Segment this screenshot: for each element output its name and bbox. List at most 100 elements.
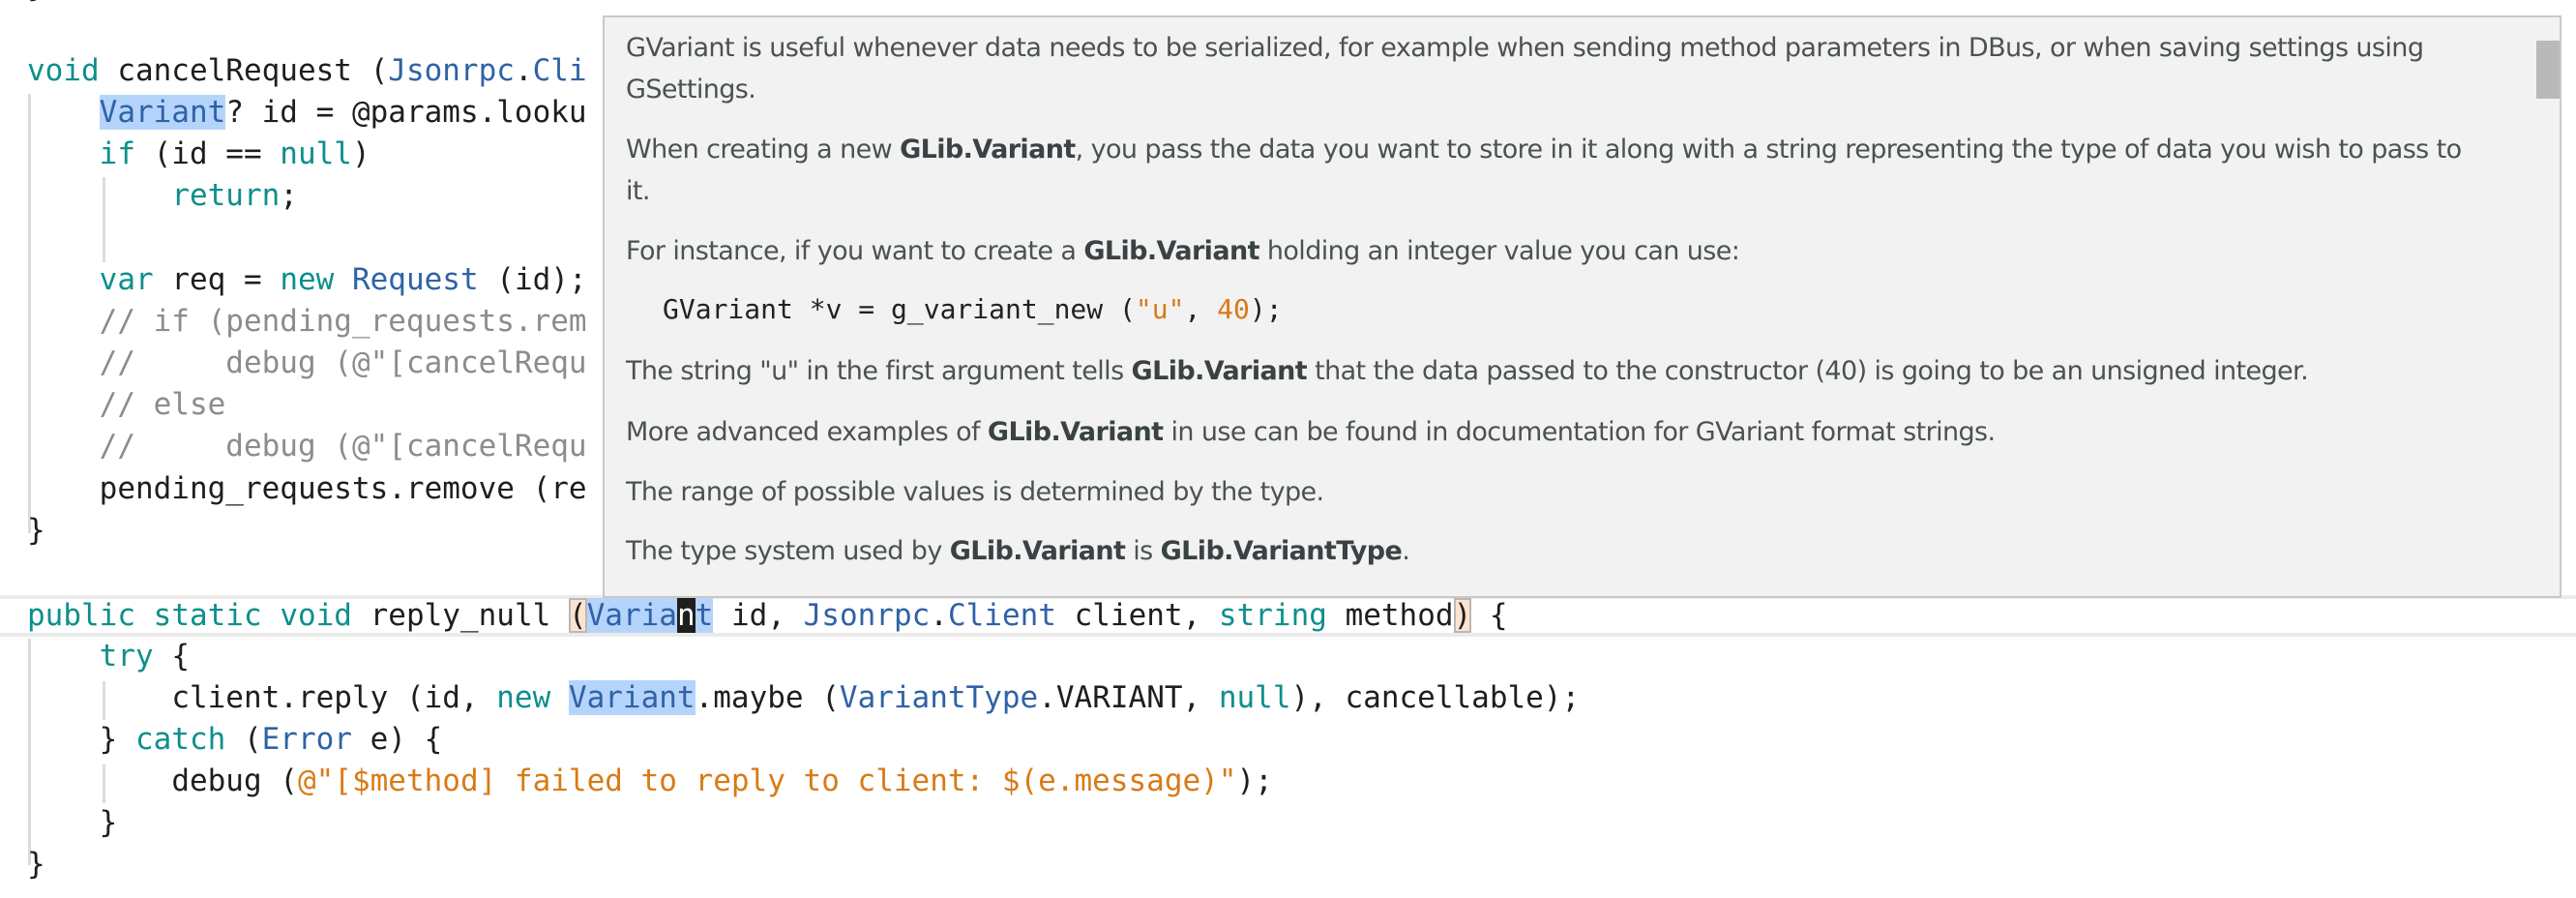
type-name: Error: [261, 722, 352, 757]
doc-paragraph: More advanced examples of GLib.Variant i…: [626, 411, 1996, 453]
keyword: new: [496, 680, 551, 715]
comment: // debug (@"[cancelRequ: [99, 345, 587, 380]
code-text: );: [1249, 293, 1283, 325]
doc-link-glib-varianttype[interactable]: GLib.VariantType: [1161, 536, 1403, 566]
code-text: {: [1471, 598, 1508, 633]
current-line: public static void reply_null (Variant i…: [0, 595, 2576, 637]
code-text: ;: [280, 178, 298, 213]
code-text: .: [514, 53, 533, 88]
doc-text: that the data passed to the constructor …: [1307, 356, 2309, 386]
code-text: e) {: [351, 722, 443, 757]
code-line: debug (@"[$method] failed to reply to cl…: [0, 761, 2576, 802]
doc-text: The string "u" in the first argument tel…: [626, 356, 1132, 386]
doc-text: The type system used by: [626, 536, 950, 566]
code-text: req =: [153, 262, 281, 297]
doc-text: For instance, if you want to create a: [626, 236, 1084, 266]
keyword: null: [1218, 680, 1291, 715]
code-text: ), cancellable);: [1290, 680, 1581, 715]
keyword: string: [1218, 598, 1327, 633]
code-text: cancelRequest (: [99, 53, 389, 88]
code-text: }: [99, 805, 118, 840]
code-text: }: [27, 513, 45, 548]
doc-text: holding an integer value you can use:: [1258, 236, 1740, 266]
bracket-match-close: ): [1453, 598, 1472, 633]
type-name: Client: [947, 598, 1056, 633]
code-text: (: [225, 722, 262, 757]
code-text: }: [99, 722, 135, 757]
doc-text: is: [1125, 536, 1161, 566]
comment: // debug (@"[cancelRequ: [99, 429, 587, 464]
doc-text: When creating a new: [626, 135, 901, 165]
doc-text: The range of possible values is determin…: [626, 477, 1324, 507]
doc-link-glib-variant[interactable]: GLib.Variant: [950, 536, 1126, 566]
code-line: try {: [0, 636, 2576, 677]
code-text: {: [153, 639, 190, 674]
tooltip-scrollbar[interactable]: [2534, 17, 2560, 596]
code-text: .: [930, 598, 948, 633]
code-text: }: [27, 847, 45, 882]
doc-paragraph: it.: [626, 170, 650, 212]
code-text: (id);: [478, 262, 587, 297]
text-cursor: n: [676, 598, 696, 633]
doc-text: More advanced examples of: [626, 417, 988, 447]
doc-link-glib-variant[interactable]: GLib.Variant: [1132, 356, 1308, 386]
doc-paragraph: The string "u" in the first argument tel…: [626, 350, 2309, 392]
doc-code-sample: GVariant *v = g_variant_new ("u", 40);: [663, 288, 1283, 330]
scrollbar-thumb[interactable]: [2536, 41, 2560, 99]
type-name-highlighted: Variant: [99, 95, 226, 130]
doc-text: it.: [626, 176, 650, 206]
keyword: void: [27, 53, 100, 88]
number-literal: 40: [1217, 293, 1250, 325]
code-line: }: [0, 0, 2576, 8]
code-text: GVariant *v = g_variant_new (: [663, 293, 1136, 325]
doc-paragraph: GVariant is useful whenever data needs t…: [626, 27, 2424, 69]
type-name-highlighted: Varia: [586, 598, 677, 633]
code-text: id,: [713, 598, 804, 633]
code-text: method: [1326, 598, 1454, 633]
code-text: debug (: [171, 763, 298, 798]
code-text: client,: [1055, 598, 1219, 633]
type-name: Request: [351, 262, 479, 297]
bracket-match-open: (: [568, 598, 587, 633]
code-text: .VARIANT,: [1038, 680, 1219, 715]
code-text: }: [27, 0, 45, 4]
type-name-highlighted: t: [695, 598, 714, 633]
doc-text: , you pass the data you want to store in…: [1075, 135, 2462, 165]
doc-link-glib-variant[interactable]: GLib.Variant: [900, 135, 1076, 165]
doc-text: in use can be found in documentation for…: [1163, 417, 1996, 447]
comment: // else: [99, 387, 226, 422]
keyword: return: [171, 178, 281, 213]
code-line: }: [0, 844, 2576, 885]
code-line: } catch (Error e) {: [0, 719, 2576, 761]
keyword: null: [280, 136, 352, 171]
doc-paragraph: For instance, if you want to create a GL…: [626, 230, 1740, 272]
keyword: public: [27, 598, 135, 633]
code-text: ): [351, 136, 370, 171]
doc-paragraph: GSettings.: [626, 69, 756, 110]
keyword: void: [280, 598, 352, 633]
doc-paragraph: The range of possible values is determin…: [626, 471, 1324, 513]
type-name: Cli: [532, 53, 587, 88]
type-name: VariantType: [839, 680, 1039, 715]
string-literal: @"[$method] failed to reply to client: $…: [297, 763, 1237, 798]
keyword: new: [280, 262, 335, 297]
keyword: if: [99, 136, 135, 171]
doc-text: .: [1402, 536, 1410, 566]
code-text: (id ==: [134, 136, 281, 171]
code-text: ? id = @params.looku: [225, 95, 587, 130]
code-text: );: [1236, 763, 1273, 798]
code-line: client.reply (id, new Variant.maybe (Var…: [0, 677, 2576, 719]
keyword: try: [99, 639, 154, 674]
doc-link-glib-variant[interactable]: GLib.Variant: [1083, 236, 1259, 266]
doc-paragraph: The type system used by GLib.Variant is …: [626, 530, 1410, 572]
keyword: static: [153, 598, 262, 633]
type-name-highlighted: Variant: [568, 680, 696, 715]
code-line: }: [0, 802, 2576, 844]
function-name: reply_null: [370, 598, 569, 633]
string-literal: "u": [1135, 293, 1185, 325]
keyword: catch: [134, 722, 226, 757]
documentation-tooltip: GVariant is useful whenever data needs t…: [603, 15, 2561, 598]
doc-link-glib-variant[interactable]: GLib.Variant: [988, 417, 1164, 447]
doc-text: GVariant is useful whenever data needs t…: [626, 33, 2424, 63]
